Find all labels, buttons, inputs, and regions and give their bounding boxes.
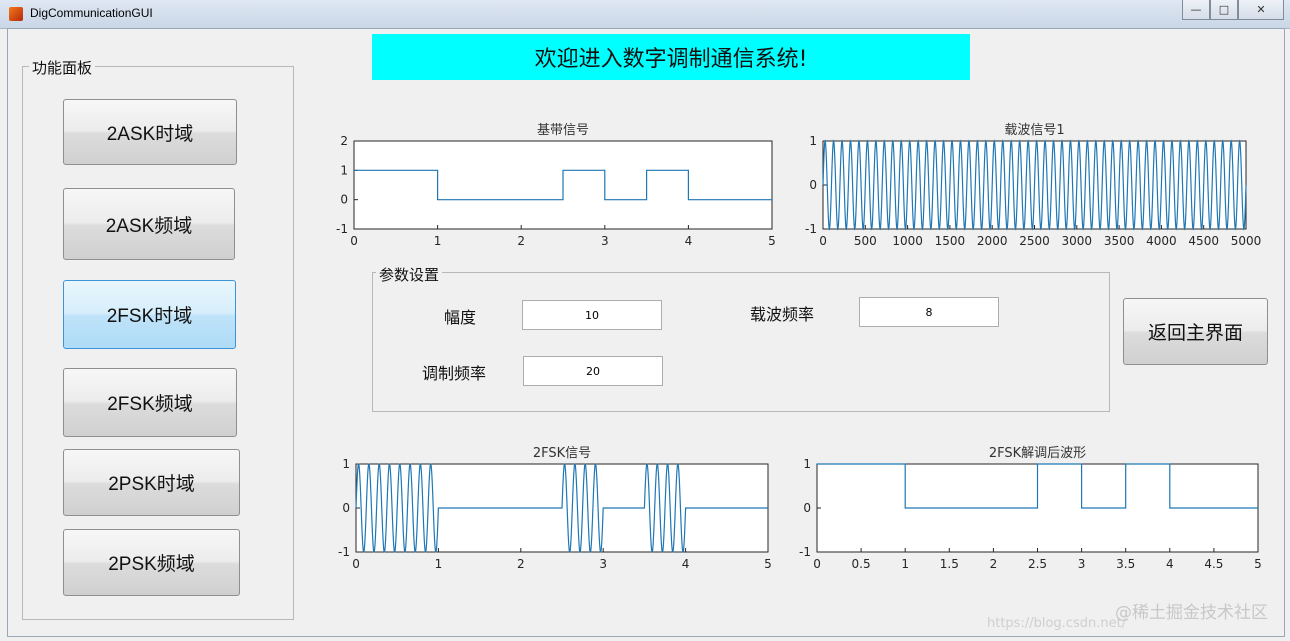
baseband-xtick-label: 1 [434, 234, 442, 248]
fsk-signal-xtick-label: 1 [435, 557, 443, 571]
modulation-freq-input[interactable] [523, 356, 663, 386]
modulation-freq-label: 调制频率 [422, 364, 487, 383]
carrier-plot-title: 载波信号1 [1004, 123, 1065, 138]
fsk-signal-plot-svg: 0 1 2 3 4 5-101 [338, 457, 772, 571]
demodulated-plot-svg: 0 0.5 1 1.5 2 2.5 3 3.5 4 4.5 5-101 [799, 457, 1262, 571]
fsk-signal-plot: 0 1 2 3 4 5 -1 0 1 [338, 457, 772, 571]
demodulated-xtick-label: 4.5 [1204, 557, 1223, 571]
minimize-icon[interactable]: — [1182, 0, 1210, 20]
carrier-xtick-label: 1500 [935, 234, 966, 248]
baseband-xtick-label: 0 [350, 234, 358, 248]
demodulated-ytick-label: 1 [803, 457, 811, 471]
demodulated-xtick-label: 5 [1254, 557, 1262, 571]
fsk-signal-plot-title: 2FSK信号 [532, 446, 592, 461]
window-controls: — □ ✕ [1182, 0, 1284, 20]
carrier-ytick-label: 1 [809, 134, 817, 148]
carrier-ytick-label: -1 [805, 222, 817, 236]
baseband-ytick-label: 2 [340, 134, 348, 148]
matlab-icon [9, 7, 23, 21]
title-bar: DigCommunicationGUI — □ ✕ [0, 0, 1290, 29]
carrier-freq-input[interactable] [859, 297, 999, 327]
demodulated-xtick-label: 2 [990, 557, 998, 571]
carrier-xtick-label: 2000 [977, 234, 1008, 248]
maximize-icon[interactable]: □ [1210, 0, 1238, 20]
params-panel [372, 272, 1110, 412]
demodulated-ytick-label: -1 [799, 545, 811, 559]
carrier-xtick-label: 2500 [1019, 234, 1050, 248]
btn-2ask-freq[interactable]: 2ASK频域 [63, 188, 235, 260]
baseband-xtick-label: 2 [517, 234, 525, 248]
demodulated-xtick-label: 3.5 [1116, 557, 1135, 571]
carrier-xtick-label: 0 [819, 234, 827, 248]
back-to-main-button[interactable]: 返回主界面 [1123, 298, 1268, 365]
baseband-plot-svg: 0 1 2 3 4 5-1012 [336, 134, 776, 248]
demodulated-xtick-label: 1 [901, 557, 909, 571]
carrier-xtick-label: 1000 [892, 234, 923, 248]
amplitude-label: 幅度 [444, 308, 477, 327]
baseband-ytick-label: 1 [340, 163, 348, 177]
carrier-xtick-label: 4500 [1188, 234, 1219, 248]
demodulated-xtick-label: 4 [1166, 557, 1174, 571]
baseband-ytick-label: -1 [336, 222, 348, 236]
fsk-signal-xtick-label: 0 [352, 557, 360, 571]
baseband-ytick-label: 0 [340, 193, 348, 207]
btn-2fsk-time[interactable]: 2FSK时域 [63, 280, 236, 349]
fsk-signal-xtick-label: 3 [599, 557, 607, 571]
demodulated-xtick-label: 2.5 [1028, 557, 1047, 571]
btn-2fsk-freq[interactable]: 2FSK频域 [63, 368, 237, 437]
amplitude-input[interactable] [522, 300, 662, 330]
baseband-plot: 0 1 2 3 4 5 -1 0 1 2 [336, 134, 776, 248]
welcome-banner: 欢迎进入数字调制通信系统! [372, 34, 970, 80]
btn-2psk-time[interactable]: 2PSK时域 [63, 449, 240, 516]
carrier-ytick-label: 0 [809, 178, 817, 192]
fsk-signal-ytick-label: 0 [342, 501, 350, 515]
carrier-xtick-label: 3000 [1062, 234, 1093, 248]
close-icon[interactable]: ✕ [1238, 0, 1284, 20]
btn-2ask-time[interactable]: 2ASK时域 [63, 99, 237, 165]
baseband-plot-title: 基带信号 [536, 123, 589, 138]
baseband-xtick-label: 5 [768, 234, 776, 248]
fsk-signal-ytick-label: 1 [342, 457, 350, 471]
demodulated-plot: 0 0.5 1 1.5 2 2.5 3 3.5 4 4.5 5 -1 0 1 [799, 457, 1262, 571]
demodulated-xtick-label: 1.5 [940, 557, 959, 571]
fsk-signal-xtick-label: 2 [517, 557, 525, 571]
watermark: @稀土掘金技术社区 [1115, 603, 1268, 623]
fsk-signal-ytick-label: -1 [338, 545, 350, 559]
fsk-signal-xtick-label: 5 [764, 557, 772, 571]
demodulated-ytick-label: 0 [803, 501, 811, 515]
carrier-xtick-label: 4000 [1146, 234, 1177, 248]
baseband-xtick-label: 4 [685, 234, 693, 248]
params-panel-title: 参数设置 [376, 264, 443, 285]
carrier-plot-svg: 0 500 1000 1500 2000 2500 3000 3500 4000 4500 5000… [805, 134, 1261, 248]
carrier-xtick-label: 3500 [1104, 234, 1135, 248]
watermark-url: https://blog.csdn.net/ [987, 616, 1127, 631]
carrier-plot: 0 500 1000 1500 2000 2500 3000 3500 4000 4500 5000… [805, 134, 1261, 248]
carrier-xtick-label: 500 [854, 234, 877, 248]
carrier-xtick-label: 5000 [1231, 234, 1262, 248]
function-panel-title: 功能面板 [29, 57, 96, 78]
demodulated-xtick-label: 3 [1078, 557, 1086, 571]
demodulated-xtick-label: 0 [813, 557, 821, 571]
demodulated-xtick-label: 0.5 [852, 557, 871, 571]
demodulated-plot-title: 2FSK解调后波形 [988, 446, 1087, 461]
fsk-signal-xtick-label: 4 [682, 557, 690, 571]
baseband-xtick-label: 3 [601, 234, 609, 248]
window-title: DigCommunicationGUI [30, 6, 153, 20]
btn-2psk-freq[interactable]: 2PSK频域 [63, 529, 240, 596]
carrier-freq-label: 载波频率 [750, 305, 815, 324]
